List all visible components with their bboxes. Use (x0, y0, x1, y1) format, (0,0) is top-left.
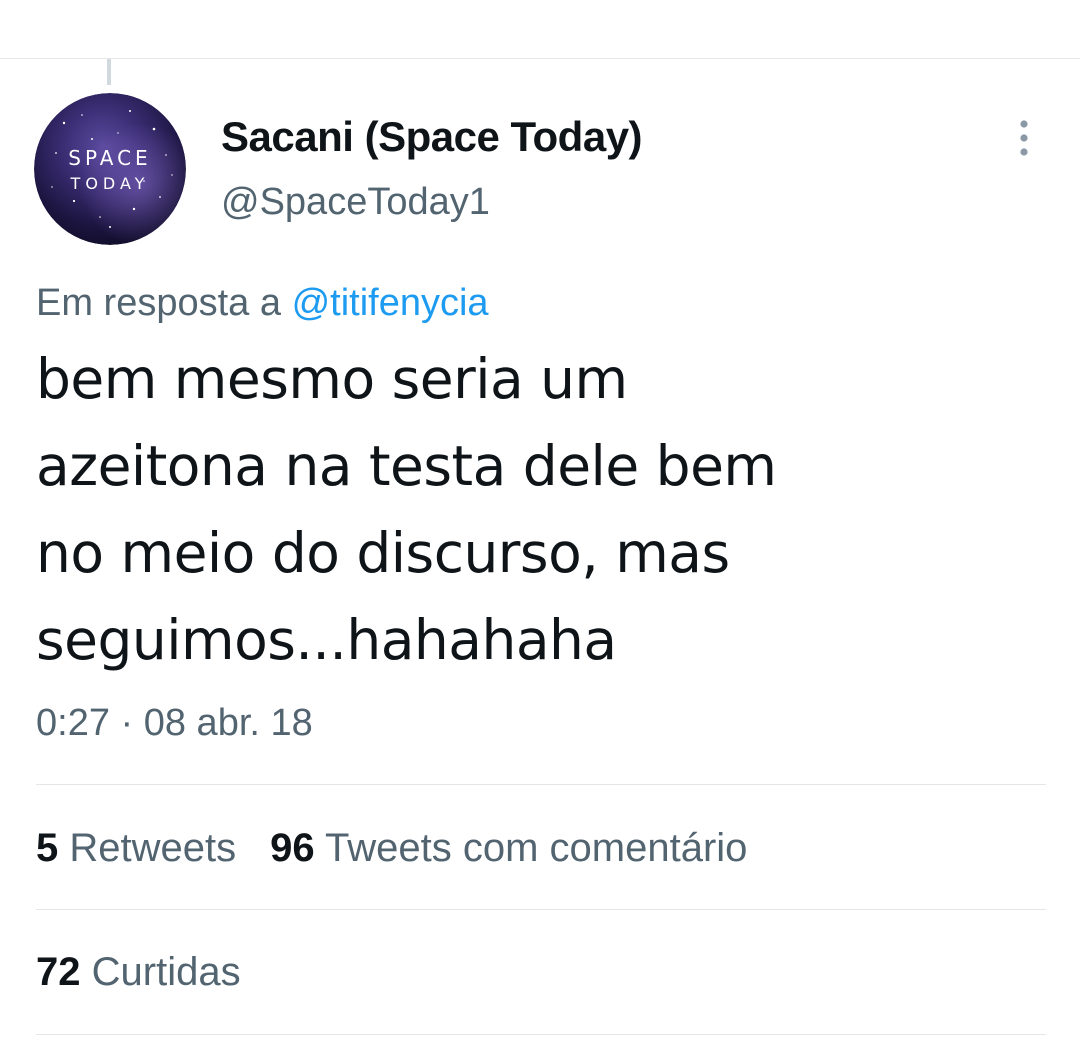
likes-stats-row: 72 Curtidas (36, 948, 241, 996)
more-vertical-icon (1020, 120, 1028, 156)
thread-connector-line (107, 59, 111, 85)
tweet-timestamp[interactable]: 0:27 · 08 abr. 18 (36, 700, 313, 746)
engagement-stats-row: 5 Retweets 96 Tweets com comentário (36, 824, 747, 872)
quote-tweets-count: 96 (270, 826, 315, 870)
likes-count: 72 (36, 950, 81, 994)
more-options-button[interactable] (1004, 118, 1044, 158)
svg-text:SPACE: SPACE (68, 146, 151, 170)
stats-divider-bottom (36, 1034, 1046, 1035)
retweets-count: 5 (36, 826, 59, 870)
avatar-image: SPACE TODAY (34, 93, 186, 245)
reply-mention-link[interactable]: @titifenycia (292, 282, 489, 324)
author-info: Sacani (Space Today) @SpaceToday1 (221, 112, 643, 224)
tweet-text-line: seguimos...hahahaha (36, 608, 617, 672)
svg-text:TODAY: TODAY (70, 174, 150, 193)
avatar[interactable]: SPACE TODAY (34, 93, 186, 245)
author-handle[interactable]: @SpaceToday1 (221, 180, 642, 224)
stats-divider-top (36, 784, 1046, 785)
tweet-text: bem mesmo seria um azeitona na testa del… (36, 336, 1026, 684)
retweets-label: Retweets (69, 826, 237, 870)
top-divider (0, 58, 1080, 59)
likes-label: Curtidas (91, 950, 241, 994)
author-name[interactable]: Sacani (Space Today) (221, 112, 643, 162)
reply-prefix: Em resposta a (36, 282, 281, 324)
tweet-text-line: bem mesmo seria um (36, 347, 628, 411)
retweets-stat[interactable]: 5 Retweets (36, 824, 236, 872)
quote-tweets-stat[interactable]: 96 Tweets com comentário (270, 824, 747, 872)
stats-divider-middle (36, 909, 1046, 910)
tweet-text-line: no meio do discurso, mas (36, 521, 730, 585)
quote-tweets-label: Tweets com comentário (325, 826, 748, 870)
likes-stat[interactable]: 72 Curtidas (36, 948, 241, 996)
tweet-text-line: azeitona na testa dele bem (36, 434, 777, 498)
reply-context: Em resposta a @titifenycia (36, 280, 489, 326)
